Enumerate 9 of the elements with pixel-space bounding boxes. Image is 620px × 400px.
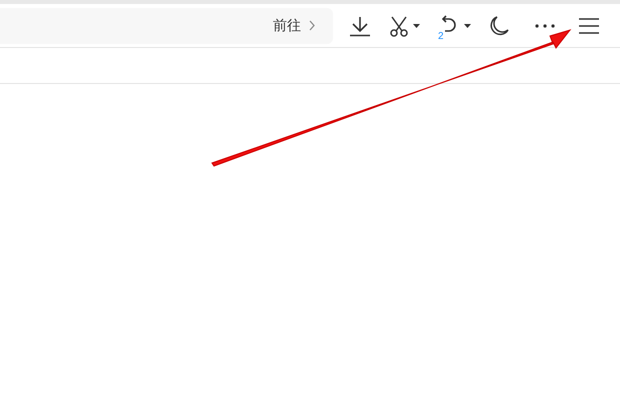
more-icon[interactable]	[535, 24, 555, 28]
address-bar[interactable]: 前往	[0, 8, 333, 44]
go-button[interactable]: 前往	[273, 15, 315, 36]
chevron-right-icon	[309, 20, 315, 31]
undo-count: 2	[438, 32, 444, 42]
download-icon[interactable]	[349, 14, 371, 36]
scissors-icon[interactable]	[389, 14, 409, 36]
moon-icon[interactable]	[489, 16, 509, 36]
menu-icon[interactable]	[579, 18, 599, 34]
